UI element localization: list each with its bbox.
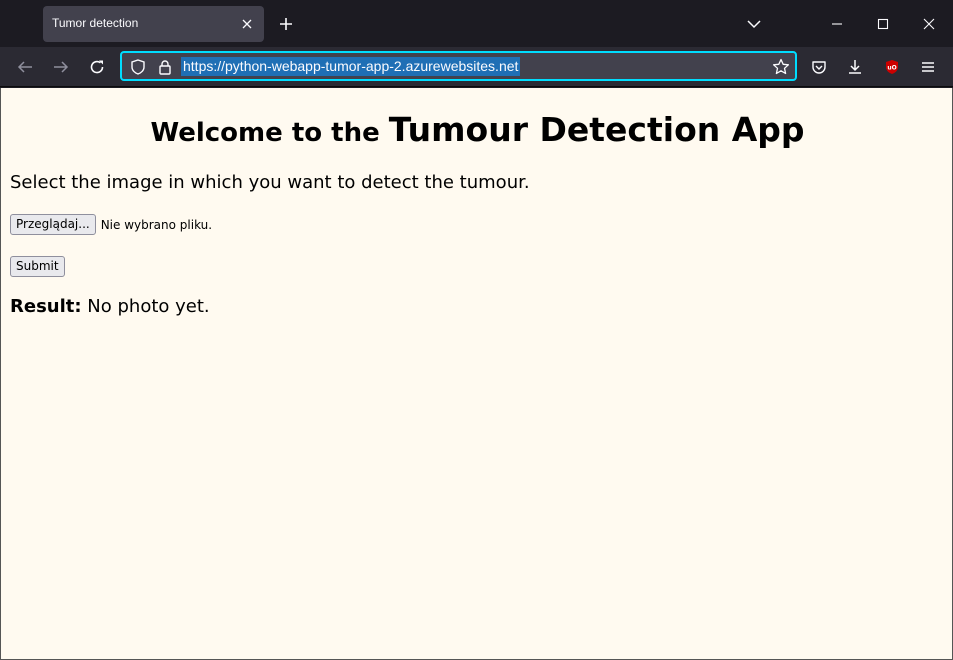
plus-icon[interactable]	[275, 13, 297, 35]
page-title: Welcome to the Tumour Detection App	[1, 110, 953, 149]
url-bar[interactable]: https://python-webapp-tumor-app-2.azurew…	[120, 51, 797, 81]
ublock-icon[interactable]: uO	[882, 57, 902, 77]
chevron-down-icon[interactable]	[744, 14, 764, 34]
star-icon[interactable]	[772, 58, 790, 76]
file-input[interactable]: Przeglądaj... Nie wybrano pliku.	[10, 214, 212, 235]
close-icon[interactable]	[238, 15, 256, 33]
minimize-icon[interactable]	[827, 14, 847, 34]
tab-tumor-detection[interactable]: Tumor detection	[43, 6, 264, 42]
result-text: Result: No photo yet.	[10, 296, 210, 317]
window-close-icon[interactable]	[919, 14, 939, 34]
intro-text: Select the image in which you want to de…	[10, 172, 530, 193]
nav-bar: https://python-webapp-tumor-app-2.azurew…	[0, 47, 953, 87]
result-label: Result:	[10, 296, 82, 317]
result-value: No photo yet.	[81, 296, 210, 317]
maximize-icon[interactable]	[873, 14, 893, 34]
forward-arrow-icon[interactable]	[50, 56, 72, 78]
reload-icon[interactable]	[86, 56, 108, 78]
lock-icon[interactable]	[156, 58, 174, 76]
back-arrow-icon[interactable]	[14, 56, 36, 78]
tab-bar: Tumor detection	[0, 0, 953, 47]
menu-icon[interactable]	[918, 57, 938, 77]
tab-title: Tumor detection	[52, 16, 139, 30]
page-title-main: Tumour Detection App	[388, 110, 805, 149]
pocket-icon[interactable]	[809, 57, 829, 77]
browse-button[interactable]: Przeglądaj...	[10, 214, 96, 235]
shield-icon[interactable]	[129, 58, 147, 76]
page-title-prefix: Welcome to the	[150, 118, 389, 148]
no-file-text: Nie wybrano pliku.	[100, 217, 213, 232]
url-text[interactable]: https://python-webapp-tumor-app-2.azurew…	[181, 57, 521, 76]
svg-text:uO: uO	[887, 65, 896, 72]
submit-button[interactable]: Submit	[10, 256, 65, 277]
page-content: Welcome to the Tumour Detection App Sele…	[0, 88, 953, 660]
download-icon[interactable]	[845, 57, 865, 77]
